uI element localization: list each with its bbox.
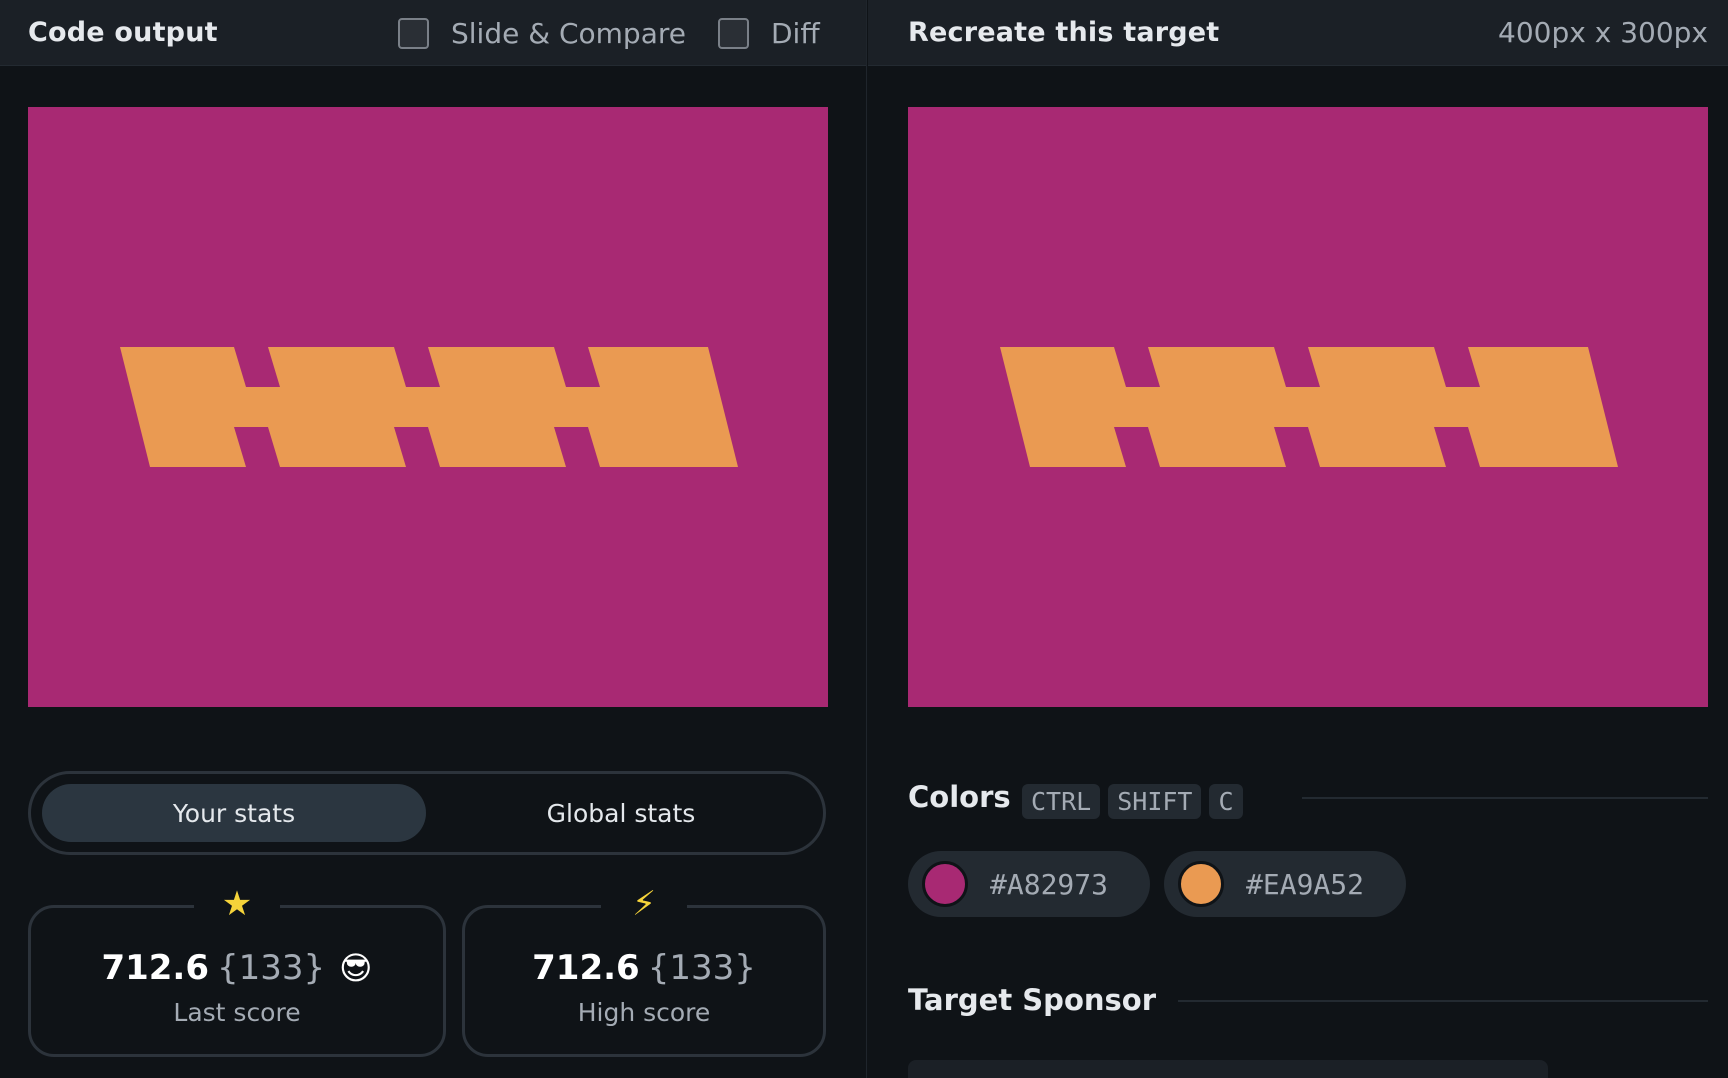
code-output-title: Code output bbox=[28, 17, 218, 48]
target-dimensions: 400px x 300px bbox=[1498, 16, 1708, 49]
last-score-card: ★ 712.6 {133} 😎 Last score bbox=[28, 882, 446, 1057]
colors-title: Colors bbox=[908, 780, 1011, 814]
output-shape-svg bbox=[28, 107, 828, 707]
star-icon: ★ bbox=[194, 882, 280, 926]
your-stats-tab[interactable]: Your stats bbox=[42, 784, 426, 842]
high-score-count: {133} bbox=[647, 948, 756, 988]
magenta-color-dot bbox=[922, 861, 968, 907]
diff-checkbox[interactable] bbox=[717, 17, 749, 49]
global-stats-tab[interactable]: Global stats bbox=[429, 784, 813, 842]
color-shortcut: CTRL SHIFT C bbox=[1022, 784, 1243, 819]
orange-color-dot bbox=[1178, 861, 1224, 907]
slide-compare-toggle[interactable]: Slide & Compare bbox=[398, 17, 686, 50]
kbd-ctrl: CTRL bbox=[1022, 784, 1101, 819]
magenta-hex: #A82973 bbox=[990, 867, 1109, 901]
colors-divider bbox=[1302, 797, 1708, 799]
target-title: Recreate this target bbox=[908, 17, 1220, 48]
slide-compare-label[interactable]: Slide & Compare bbox=[451, 17, 686, 50]
kbd-shift: SHIFT bbox=[1108, 784, 1202, 819]
stats-toggle: Your stats Global stats bbox=[28, 771, 826, 855]
color-swatch-orange[interactable]: #EA9A52 bbox=[1164, 851, 1406, 917]
kbd-c: C bbox=[1209, 784, 1243, 819]
code-output-header: Code output Slide & Compare Diff bbox=[0, 0, 866, 66]
bolt-icon: ⚡ bbox=[601, 882, 687, 926]
high-score-value-row: 712.6 {133} bbox=[465, 948, 823, 988]
last-score-value: 712.6 bbox=[101, 948, 209, 988]
last-score-label: Last score bbox=[173, 998, 301, 1027]
sponsor-divider bbox=[1178, 1000, 1708, 1002]
high-score-label: High score bbox=[577, 998, 711, 1027]
target-canvas bbox=[908, 107, 1708, 707]
last-score-count: {133} bbox=[217, 948, 326, 988]
high-score-card: ⚡ 712.6 {133} High score bbox=[462, 882, 826, 1057]
high-score-value: 712.6 bbox=[532, 948, 640, 988]
color-swatch-magenta[interactable]: #A82973 bbox=[908, 851, 1150, 917]
target-shape-svg bbox=[908, 107, 1708, 707]
sunglasses-emoji-icon: 😎 bbox=[339, 949, 373, 987]
slide-compare-checkbox[interactable] bbox=[398, 17, 429, 49]
sponsor-title: Target Sponsor bbox=[908, 983, 1157, 1017]
diff-label[interactable]: Diff bbox=[771, 17, 820, 50]
last-score-value-row: 712.6 {133} 😎 bbox=[31, 948, 443, 988]
view-options: Slide & Compare Diff bbox=[398, 0, 820, 66]
diff-toggle[interactable]: Diff bbox=[717, 17, 820, 50]
code-output-canvas[interactable] bbox=[28, 107, 828, 707]
sponsor-card[interactable] bbox=[908, 1060, 1548, 1078]
target-header: Recreate this target 400px x 300px bbox=[868, 0, 1728, 66]
orange-hex: #EA9A52 bbox=[1246, 867, 1365, 901]
